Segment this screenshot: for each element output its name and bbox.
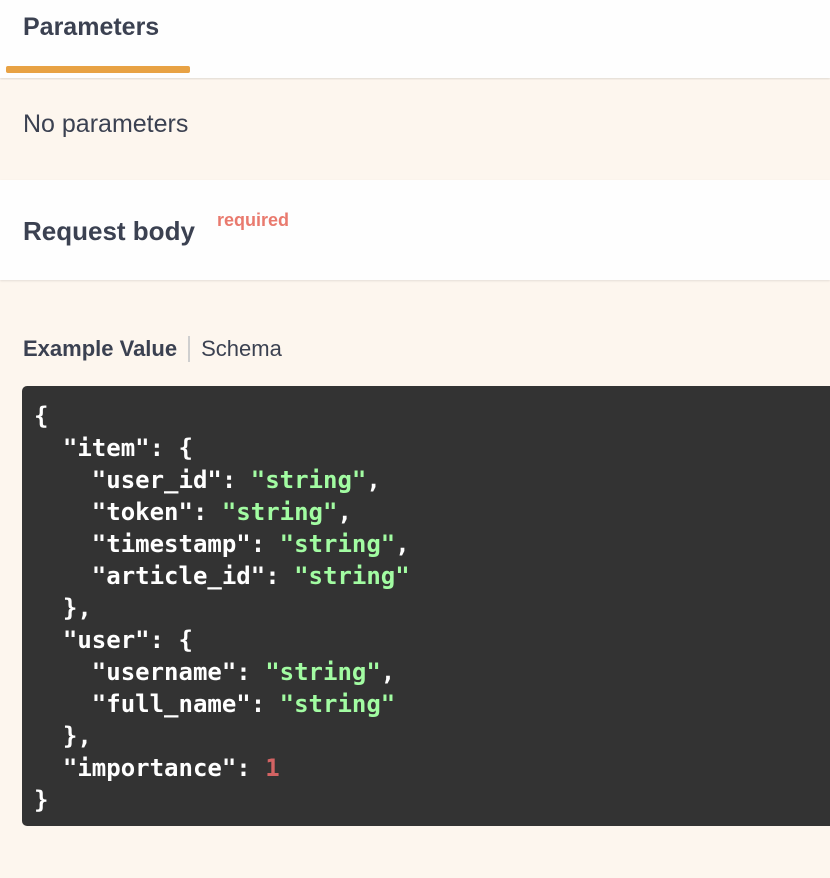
code-line: "full_name": "string": [91, 690, 396, 718]
code-string-value: "string": [221, 498, 338, 526]
code-string-value: "string": [279, 530, 396, 558]
code-key-full-name: "full_name": [91, 690, 251, 718]
tab-parameters[interactable]: Parameters: [6, 0, 190, 74]
request-body-title: Request body: [23, 216, 195, 246]
tab-schema[interactable]: Schema: [201, 336, 282, 362]
code-key-item: "item": [62, 434, 150, 462]
example-code-block[interactable]: { "item": { "user_id": "string", "token"…: [22, 386, 830, 826]
code-string-value: "string": [294, 562, 410, 590]
code-line: },: [34, 594, 92, 622]
parameters-section: No parameters: [0, 80, 830, 178]
code-key-timestamp: "timestamp": [91, 530, 251, 558]
code-line: "user_id": "string",: [91, 466, 381, 494]
code-string-value: "string": [279, 690, 396, 718]
code-line: {: [34, 400, 830, 432]
code-line: },: [34, 722, 92, 750]
code-key-user-id: "user_id": [91, 466, 222, 494]
code-line: "username": "string",: [91, 658, 396, 686]
code-string-value: "string": [265, 658, 381, 686]
request-body-header: Request body required: [0, 180, 830, 280]
tab-divider: [188, 336, 191, 362]
example-schema-tabs: Example Value Schema: [23, 334, 282, 364]
code-line: "item": {: [62, 434, 193, 462]
tab-parameters-label: Parameters: [23, 13, 160, 41]
tab-active-indicator: [6, 66, 190, 73]
code-line: "token": "string",: [91, 498, 352, 526]
code-line: "importance": 1: [62, 754, 280, 782]
tab-header: Parameters: [0, 0, 830, 78]
code-key-importance: "importance": [62, 754, 237, 782]
code-line: }: [34, 784, 830, 816]
code-line: "article_id": "string": [91, 562, 410, 590]
code-number-value: 1: [265, 754, 280, 782]
code-key-article-id: "article_id": [91, 562, 266, 590]
tab-example-value[interactable]: Example Value: [23, 336, 177, 362]
required-badge: required: [217, 210, 290, 230]
no-parameters-text: No parameters: [23, 110, 189, 138]
code-string-value: "string": [250, 466, 367, 494]
code-line: "timestamp": "string",: [91, 530, 410, 558]
code-key-username: "username": [91, 658, 237, 686]
code-open-brace: {: [34, 402, 49, 430]
code-key-token: "token": [91, 498, 193, 526]
code-key-user: "user": [62, 626, 150, 654]
code-close-brace: }: [34, 786, 49, 814]
code-line: "user": {: [62, 626, 193, 654]
